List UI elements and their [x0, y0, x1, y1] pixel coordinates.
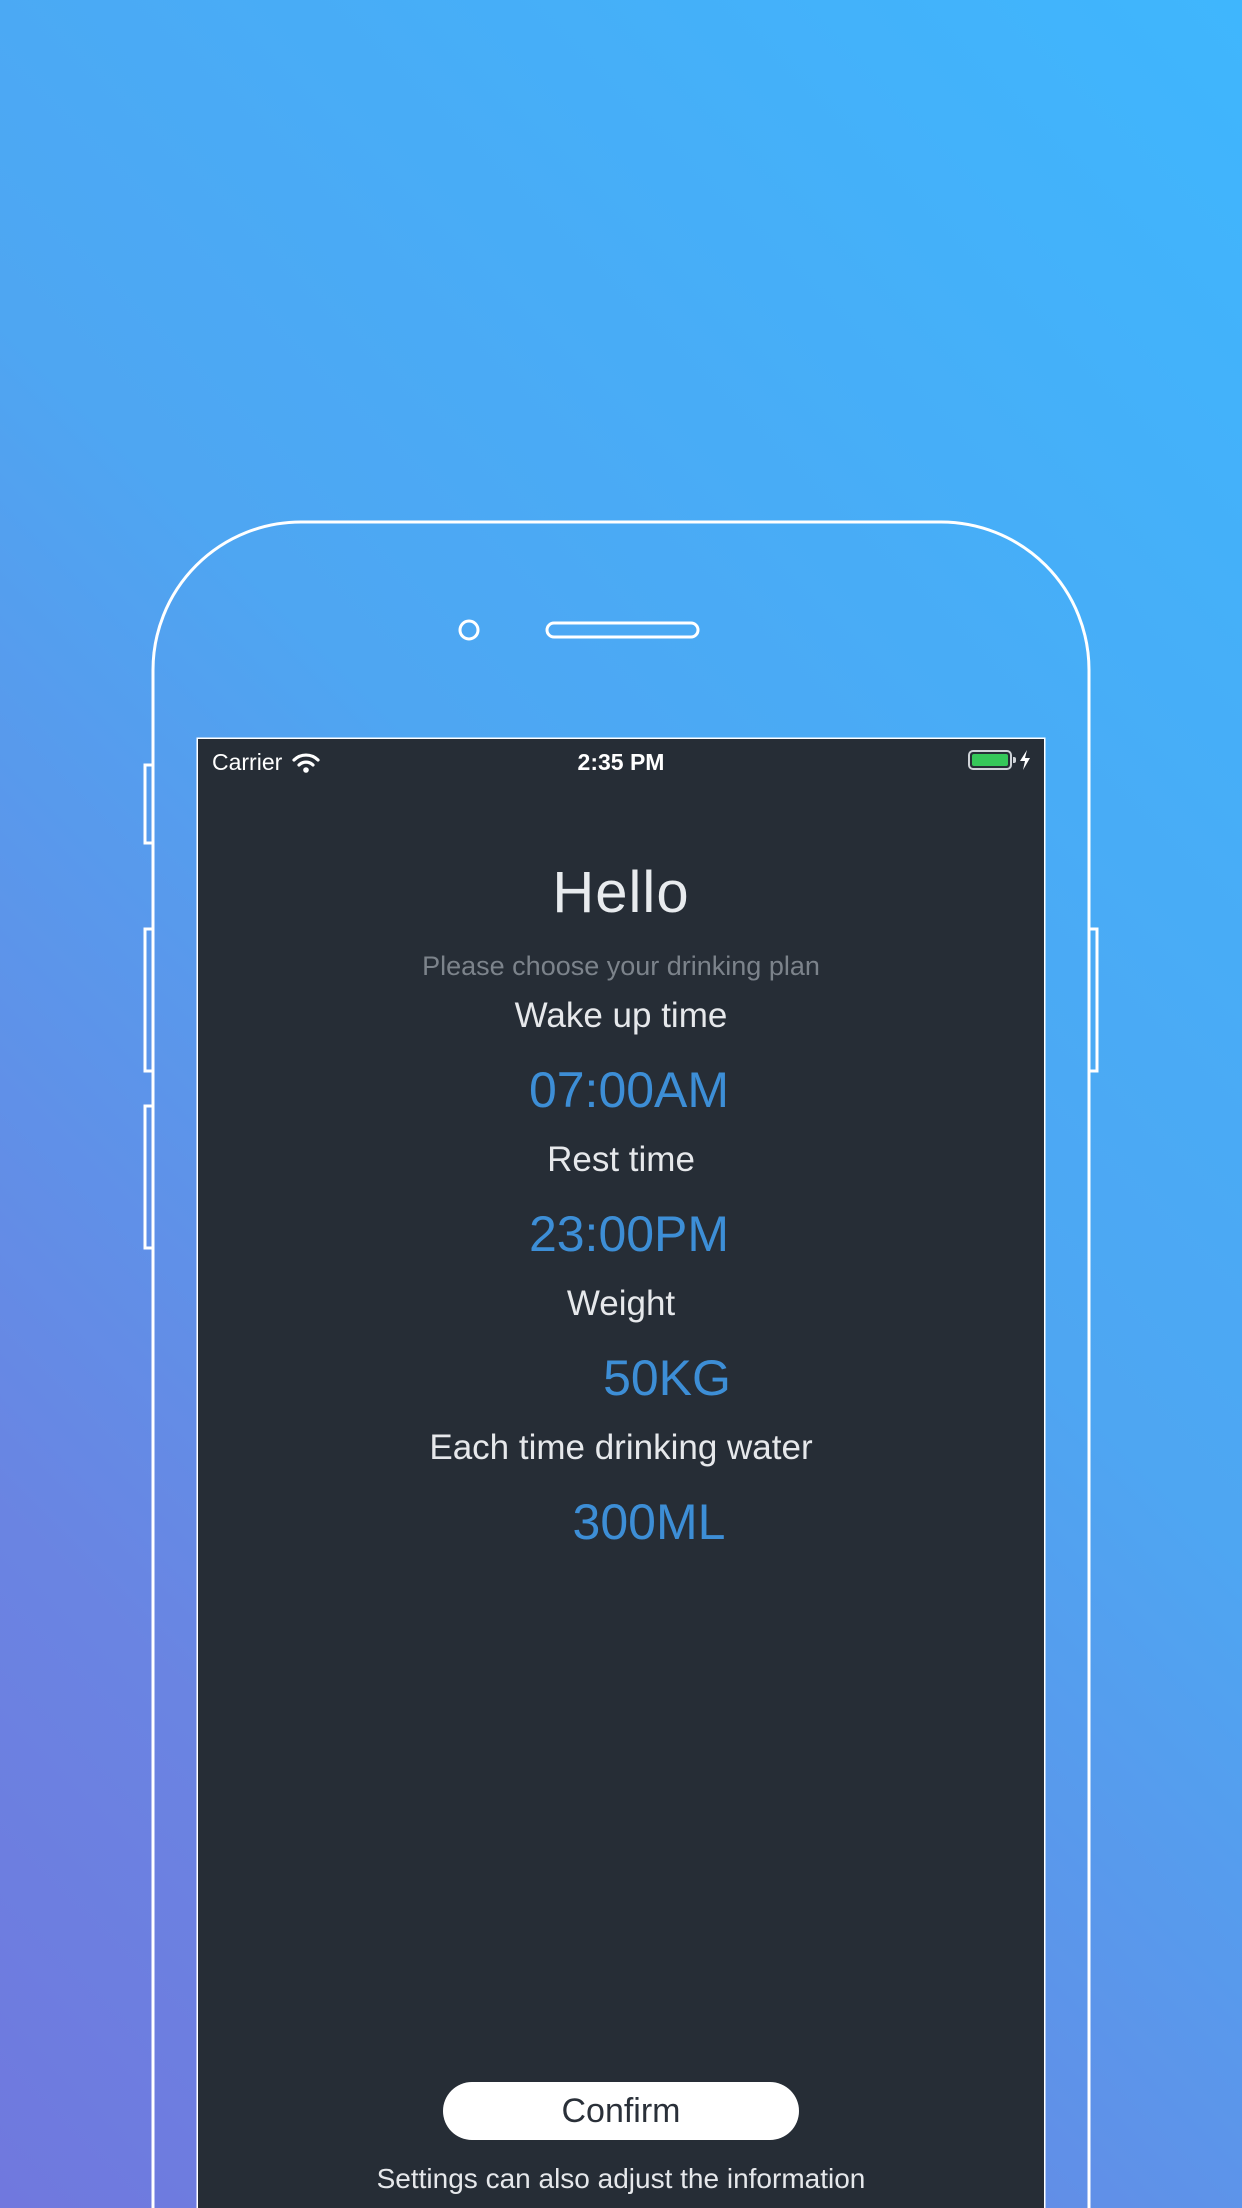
front-camera-icon: [458, 619, 480, 641]
battery-icon: [968, 750, 1016, 770]
status-bar-right: [968, 749, 1032, 771]
rest-time-value[interactable]: 23:00PM: [206, 1205, 1044, 1263]
charging-bolt-icon: [1020, 750, 1030, 770]
drink-amount-label: Each time drinking water: [429, 1428, 813, 1467]
wake-up-time-label: Wake up time: [514, 996, 728, 1035]
status-bar-time: 2:35 PM: [577, 749, 665, 775]
greeting-title: Hello: [552, 860, 690, 925]
plan-subtitle: Please choose your drinking plan: [422, 951, 820, 981]
weight-label: Weight: [566, 1284, 676, 1323]
drink-amount-value[interactable]: 300ML: [226, 1493, 1044, 1551]
weight-value[interactable]: 50KG: [244, 1349, 1044, 1407]
wake-up-time-value[interactable]: 07:00AM: [206, 1061, 1044, 1119]
confirm-button[interactable]: Confirm: [443, 2082, 799, 2140]
app-screen: Carrier 2:35 PM Hello Please choose your…: [198, 739, 1044, 2208]
settings-footnote: Settings can also adjust the information: [376, 2163, 866, 2194]
status-bar: Carrier 2:35 PM: [198, 739, 1044, 785]
speaker-grille: [545, 621, 700, 639]
rest-time-label: Rest time: [547, 1140, 695, 1179]
